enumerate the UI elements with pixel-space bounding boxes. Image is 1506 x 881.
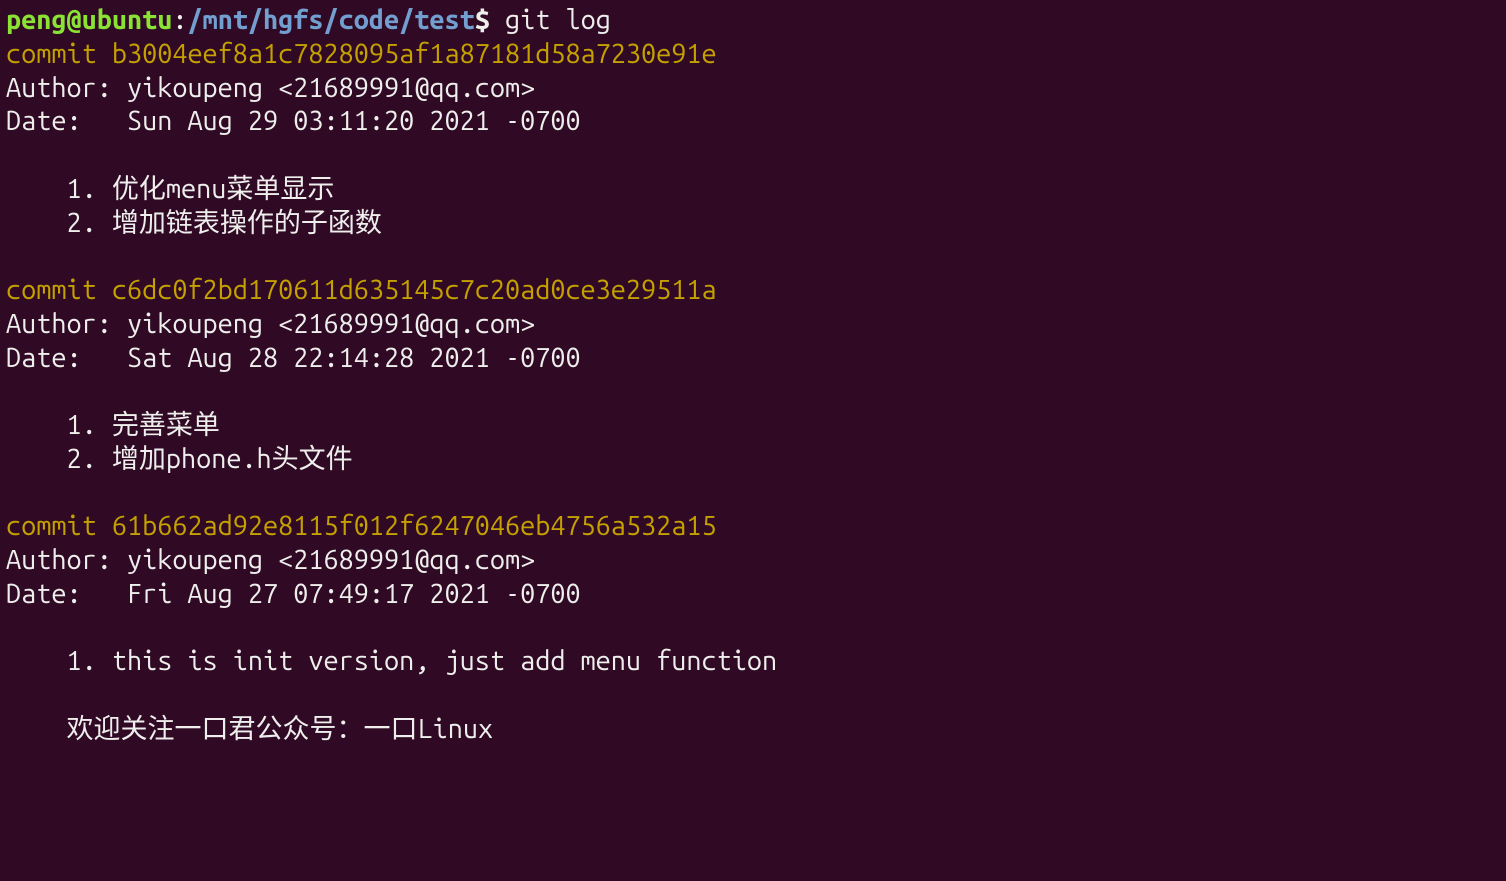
- commit-hash-line: commit b3004eef8a1c7828095af1a87181d58a7…: [6, 39, 717, 69]
- prompt-path: /mnt/hgfs/code/test: [187, 5, 474, 35]
- commit-message-line: 2. 增加phone.h头文件: [6, 444, 353, 474]
- commit-author-line: Author: yikoupeng <21689991@qq.com>: [6, 309, 535, 339]
- commit-message-line: 1. 完善菜单: [6, 410, 220, 440]
- commit-date-line: Date: Sun Aug 29 03:11:20 2021 -0700: [6, 106, 581, 136]
- commit-message-line: 1. 优化menu菜单显示: [6, 174, 334, 204]
- commit-author-line: Author: yikoupeng <21689991@qq.com>: [6, 73, 535, 103]
- commit-hash-line: commit c6dc0f2bd170611d635145c7c20ad0ce3…: [6, 275, 717, 305]
- commit-message-line: 欢迎关注一口君公众号：一口Linux: [6, 714, 493, 744]
- commit-author-line: Author: yikoupeng <21689991@qq.com>: [6, 545, 535, 575]
- prompt-dollar: $: [475, 5, 505, 35]
- prompt-user: peng@ubuntu: [6, 5, 172, 35]
- commit-hash-line: commit 61b662ad92e8115f012f6247046eb4756…: [6, 511, 717, 541]
- commit-message-line: 2. 增加链表操作的子函数: [6, 208, 382, 238]
- prompt-sep: :: [172, 5, 187, 35]
- terminal-output[interactable]: peng@ubuntu:/mnt/hgfs/code/test$ git log…: [0, 0, 1506, 751]
- commit-message-line: 1. this is init version, just add menu f…: [6, 646, 777, 676]
- commit-date-line: Date: Sat Aug 28 22:14:28 2021 -0700: [6, 343, 581, 373]
- commit-date-line: Date: Fri Aug 27 07:49:17 2021 -0700: [6, 579, 581, 609]
- command-text: git log: [505, 5, 611, 35]
